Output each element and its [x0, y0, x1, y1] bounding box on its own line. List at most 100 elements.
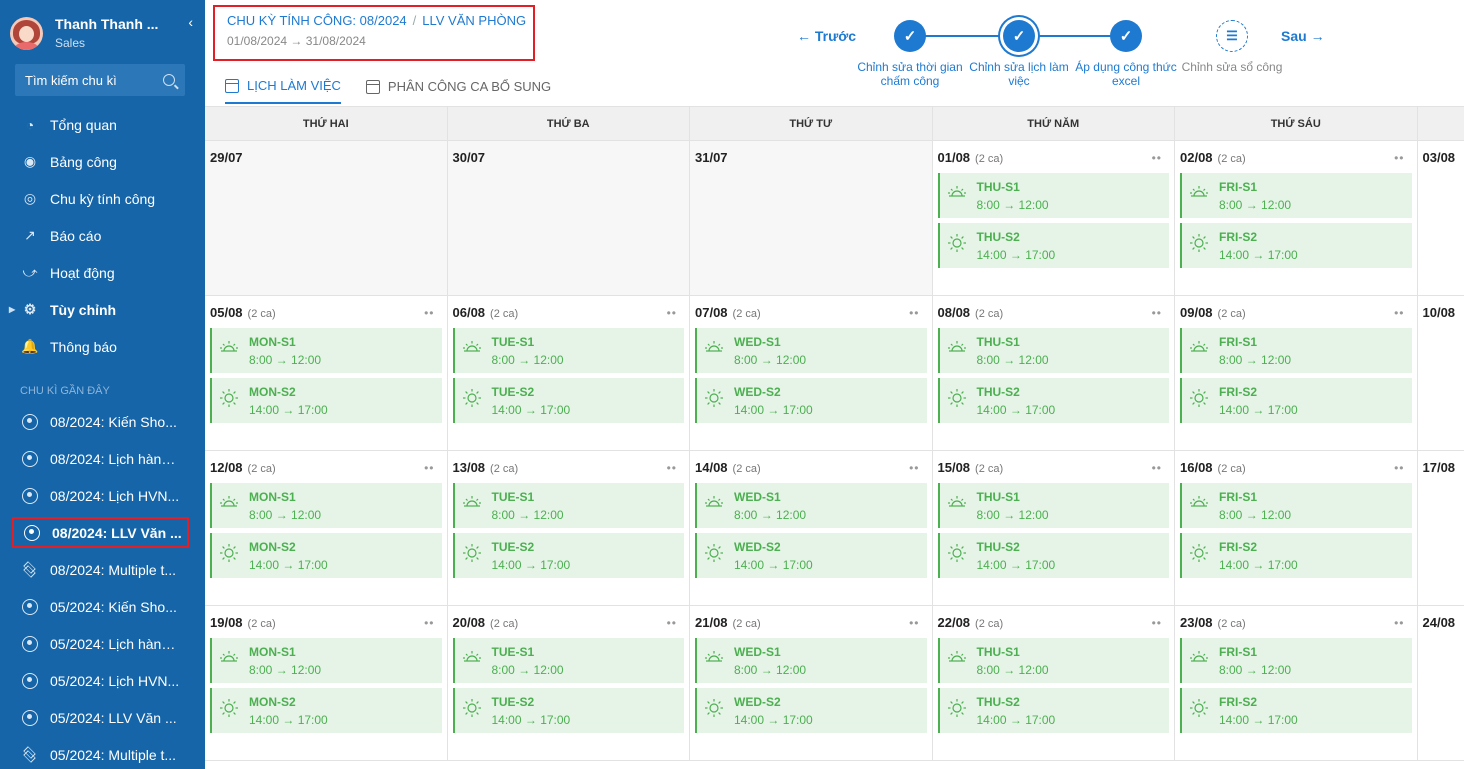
step-1-check-icon[interactable]: ✓	[894, 20, 926, 52]
shift-card[interactable]: WED-S2 14:00 → 17:00	[695, 378, 927, 423]
more-options-icon[interactable]: ••	[909, 616, 919, 630]
calendar-day-cell[interactable]: 12/08 (2 ca) •• MON-S1 8:00 → 12:00 MON-S2 14:…	[205, 451, 448, 605]
calendar-day-cell[interactable]: 14/08 (2 ca) •• WED-S1 8:00 → 12:00 WED-S2 14:…	[690, 451, 933, 605]
shift-card[interactable]: WED-S1 8:00 → 12:00	[695, 483, 927, 528]
more-options-icon[interactable]: ••	[1394, 151, 1404, 165]
shift-card[interactable]: FRI-S2 14:00 → 17:00	[1180, 533, 1412, 578]
shift-card[interactable]: WED-S1 8:00 → 12:00	[695, 638, 927, 683]
shift-card[interactable]: WED-S2 14:00 → 17:00	[695, 533, 927, 578]
more-options-icon[interactable]: ••	[1152, 461, 1162, 475]
calendar-day-cell[interactable]: 15/08 (2 ca) •• THU-S1 8:00 → 12:00 THU-S2 14:…	[933, 451, 1175, 605]
calendar-day-cell[interactable]: 09/08 (2 ca) •• FRI-S1 8:00 → 12:00 FRI-S2 14:…	[1175, 296, 1418, 450]
breadcrumb-cycle[interactable]: CHU KỲ TÍNH CÔNG: 08/2024	[227, 13, 407, 28]
breadcrumb-schedule[interactable]: LLV VĂN PHÒNG	[422, 13, 526, 28]
tab-extra-shift[interactable]: PHÂN CÔNG CA BỔ SUNG	[365, 78, 551, 104]
shift-card[interactable]: THU-S1 8:00 → 12:00	[937, 173, 1169, 218]
shift-card[interactable]: MON-S1 8:00 → 12:00	[210, 328, 442, 373]
step-4-list-icon[interactable]: ☰	[1216, 20, 1248, 52]
calendar-day-cell[interactable]: 10/08	[1418, 296, 1464, 450]
shift-card[interactable]: FRI-S2 14:00 → 17:00	[1180, 688, 1412, 733]
shift-card[interactable]: FRI-S1 8:00 → 12:00	[1180, 328, 1412, 373]
shift-card[interactable]: TUE-S1 8:00 → 12:00	[452, 638, 684, 683]
nav-item-activity[interactable]: ⤻ Hoạt động	[0, 254, 205, 291]
more-options-icon[interactable]: ••	[667, 306, 677, 320]
shift-card[interactable]: THU-S1 8:00 → 12:00	[937, 483, 1169, 528]
calendar-day-cell[interactable]: 05/08 (2 ca) •• MON-S1 8:00 → 12:00 MON-S2 14:…	[205, 296, 448, 450]
calendar-day-cell[interactable]: 17/08	[1418, 451, 1464, 605]
calendar-day-cell[interactable]: 13/08 (2 ca) •• TUE-S1 8:00 → 12:00 TUE-S2 14:…	[448, 451, 690, 605]
shift-card[interactable]: MON-S1 8:00 → 12:00	[210, 638, 442, 683]
shift-card[interactable]: MON-S2 14:00 → 17:00	[210, 378, 442, 423]
nav-item-gear[interactable]: ▶ ⚙ Tùy chỉnh	[0, 291, 205, 328]
more-options-icon[interactable]: ••	[909, 461, 919, 475]
more-options-icon[interactable]: ••	[424, 306, 434, 320]
recent-cycle-item[interactable]: 08/2024: Lịch hành...	[0, 440, 205, 477]
nav-item-bell[interactable]: 🔔 Thông báo	[0, 328, 205, 365]
shift-card[interactable]: FRI-S1 8:00 → 12:00	[1180, 483, 1412, 528]
shift-card[interactable]: FRI-S2 14:00 → 17:00	[1180, 378, 1412, 423]
more-options-icon[interactable]: ••	[1394, 616, 1404, 630]
collapse-sidebar-icon[interactable]: ‹	[188, 14, 193, 30]
step-2-check-icon[interactable]: ✓	[1003, 20, 1035, 52]
shift-card[interactable]: WED-S1 8:00 → 12:00	[695, 328, 927, 373]
calendar-day-cell[interactable]: 24/08	[1418, 606, 1464, 760]
recent-cycle-item[interactable]: 08/2024: Lịch HVN...	[0, 477, 205, 514]
calendar-day-cell[interactable]: 20/08 (2 ca) •• TUE-S1 8:00 → 12:00 TUE-S2 14:…	[448, 606, 690, 760]
cycle-search-input[interactable]: Tìm kiếm chu kì	[15, 64, 185, 96]
more-options-icon[interactable]: ••	[1152, 616, 1162, 630]
more-options-icon[interactable]: ••	[909, 306, 919, 320]
next-step-button[interactable]: Sau →	[1281, 28, 1325, 44]
shift-card[interactable]: MON-S1 8:00 → 12:00	[210, 483, 442, 528]
calendar-day-cell[interactable]: 30/07	[447, 141, 690, 295]
calendar-day-cell[interactable]: 29/07	[205, 141, 448, 295]
shift-card[interactable]: TUE-S1 8:00 → 12:00	[452, 328, 684, 373]
shift-card[interactable]: THU-S2 14:00 → 17:00	[937, 223, 1169, 268]
nav-item-cycle[interactable]: ◎ Chu kỳ tính công	[0, 180, 205, 217]
calendar-day-cell[interactable]: 31/07	[690, 141, 933, 295]
more-options-icon[interactable]: ••	[1394, 306, 1404, 320]
more-options-icon[interactable]: ••	[667, 461, 677, 475]
recent-cycle-item[interactable]: 08/2024: Multiple t...	[0, 551, 205, 588]
shift-card[interactable]: THU-S1 8:00 → 12:00	[937, 328, 1169, 373]
recent-cycle-item[interactable]: 05/2024: Multiple t...	[0, 736, 205, 769]
recent-cycle-item[interactable]: 08/2024: LLV Văn ...	[12, 517, 189, 548]
shift-card[interactable]: TUE-S2 14:00 → 17:00	[452, 688, 684, 733]
shift-card[interactable]: MON-S2 14:00 → 17:00	[210, 533, 442, 578]
more-options-icon[interactable]: ••	[667, 616, 677, 630]
shift-card[interactable]: FRI-S1 8:00 → 12:00	[1180, 173, 1412, 218]
calendar-day-cell[interactable]: 08/08 (2 ca) •• THU-S1 8:00 → 12:00 THU-S2 14:…	[933, 296, 1175, 450]
more-options-icon[interactable]: ••	[424, 616, 434, 630]
shift-card[interactable]: THU-S1 8:00 → 12:00	[937, 638, 1169, 683]
nav-item-clock[interactable]: ◔ Tổng quan	[0, 106, 205, 143]
more-options-icon[interactable]: ••	[1394, 461, 1404, 475]
calendar-day-cell[interactable]: 03/08	[1418, 141, 1464, 295]
calendar-day-cell[interactable]: 23/08 (2 ca) •• FRI-S1 8:00 → 12:00 FRI-S2 14:…	[1175, 606, 1418, 760]
shift-card[interactable]: FRI-S1 8:00 → 12:00	[1180, 638, 1412, 683]
recent-cycle-item[interactable]: 05/2024: Kiến Sho...	[0, 588, 205, 625]
prev-step-button[interactable]: ← Trước	[797, 28, 856, 44]
calendar-day-cell[interactable]: 02/08 (2 ca) •• FRI-S1 8:00 → 12:00 FRI-S2 14:…	[1175, 141, 1418, 295]
shift-card[interactable]: TUE-S2 14:00 → 17:00	[452, 378, 684, 423]
shift-card[interactable]: WED-S2 14:00 → 17:00	[695, 688, 927, 733]
shift-card[interactable]: MON-S2 14:00 → 17:00	[210, 688, 442, 733]
shift-card[interactable]: THU-S2 14:00 → 17:00	[937, 533, 1169, 578]
step-3-check-icon[interactable]: ✓	[1110, 20, 1142, 52]
user-profile[interactable]: Thanh Thanh ... Sales	[0, 0, 205, 56]
calendar-day-cell[interactable]: 06/08 (2 ca) •• TUE-S1 8:00 → 12:00 TUE-S2 14:…	[448, 296, 690, 450]
nav-item-chart[interactable]: ↗ Báo cáo	[0, 217, 205, 254]
recent-cycle-item[interactable]: 05/2024: LLV Văn ...	[0, 699, 205, 736]
shift-card[interactable]: TUE-S1 8:00 → 12:00	[452, 483, 684, 528]
more-options-icon[interactable]: ••	[424, 461, 434, 475]
shift-card[interactable]: TUE-S2 14:00 → 17:00	[452, 533, 684, 578]
nav-item-user[interactable]: ◉ Bảng công	[0, 143, 205, 180]
shift-card[interactable]: THU-S2 14:00 → 17:00	[937, 688, 1169, 733]
calendar-day-cell[interactable]: 21/08 (2 ca) •• WED-S1 8:00 → 12:00 WED-S2 14:…	[690, 606, 933, 760]
recent-cycle-item[interactable]: 05/2024: Lịch hành...	[0, 625, 205, 662]
more-options-icon[interactable]: ••	[1152, 151, 1162, 165]
more-options-icon[interactable]: ••	[1152, 306, 1162, 320]
shift-card[interactable]: FRI-S2 14:00 → 17:00	[1180, 223, 1412, 268]
calendar-day-cell[interactable]: 16/08 (2 ca) •• FRI-S1 8:00 → 12:00 FRI-S2 14:…	[1175, 451, 1418, 605]
recent-cycle-item[interactable]: 05/2024: Lịch HVN...	[0, 662, 205, 699]
recent-cycle-item[interactable]: 08/2024: Kiến Sho...	[0, 403, 205, 440]
tab-work-schedule[interactable]: LỊCH LÀM VIỆC	[225, 78, 341, 104]
